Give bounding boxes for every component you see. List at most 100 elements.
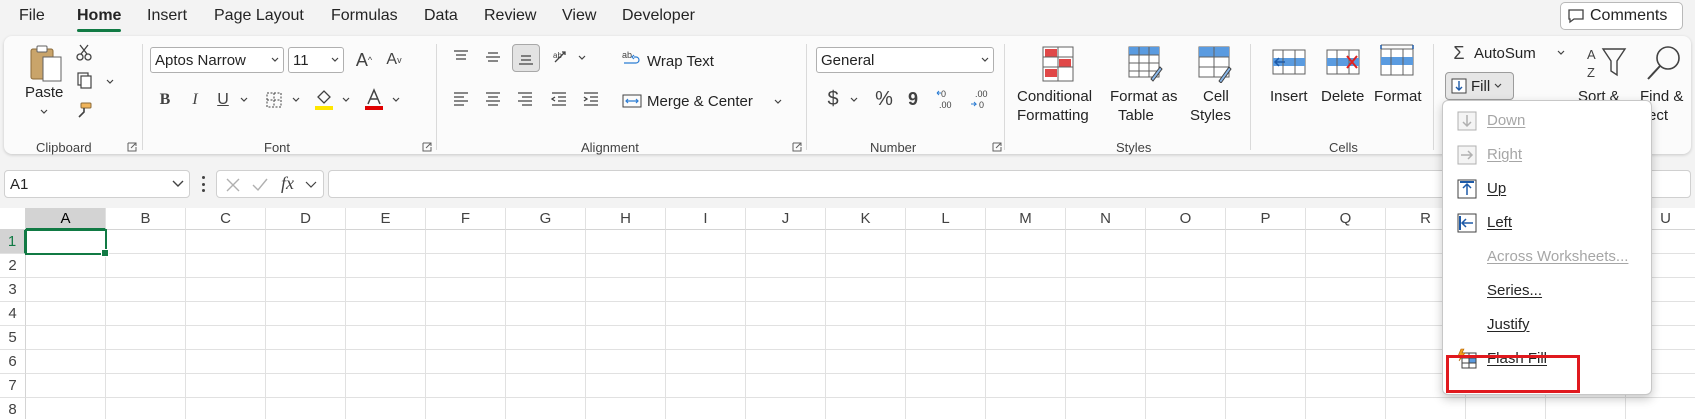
comma-style-button[interactable]: 9 xyxy=(904,86,922,112)
column-header-a[interactable]: A xyxy=(26,208,106,230)
row-header-3[interactable]: 3 xyxy=(0,278,26,302)
column-header-p[interactable]: P xyxy=(1226,208,1306,230)
font-color-icon[interactable] xyxy=(362,86,386,112)
fill-menu-item-left[interactable]: Left xyxy=(1443,205,1651,239)
orientation-icon[interactable]: ab xyxy=(550,46,574,68)
row-header-6[interactable]: 6 xyxy=(0,350,26,374)
decrease-decimal-icon[interactable]: .00 0 xyxy=(968,86,994,112)
conditional-formatting-icon[interactable] xyxy=(1040,44,1076,84)
chevron-down-icon[interactable] xyxy=(850,96,858,104)
tab-home[interactable]: Home xyxy=(77,7,122,32)
align-bottom-icon[interactable] xyxy=(512,44,540,72)
column-header-m[interactable]: M xyxy=(986,208,1066,230)
number-format-combo[interactable]: General xyxy=(816,47,994,73)
name-box[interactable]: A1 xyxy=(4,170,190,198)
column-header-b[interactable]: B xyxy=(106,208,186,230)
worksheet-grid[interactable]: ABCDEFGHIJKLMNOPQRSTU12345678 xyxy=(0,208,1695,419)
align-middle-icon[interactable] xyxy=(482,46,504,68)
decrease-font-size-icon[interactable]: Av xyxy=(382,48,406,72)
dialog-launcher-icon[interactable] xyxy=(992,142,1002,152)
paste-label[interactable]: Paste xyxy=(25,84,63,101)
format-as-table-icon[interactable] xyxy=(1126,44,1164,84)
chevron-down-icon[interactable] xyxy=(292,96,300,104)
active-cell-a1[interactable] xyxy=(25,229,109,257)
tab-data[interactable]: Data xyxy=(424,7,458,25)
decrease-indent-icon[interactable] xyxy=(548,88,570,110)
borders-icon[interactable] xyxy=(262,88,286,112)
tab-insert[interactable]: Insert xyxy=(147,7,187,25)
chevron-down-icon[interactable] xyxy=(774,98,782,106)
column-header-e[interactable]: E xyxy=(346,208,426,230)
column-header-l[interactable]: L xyxy=(906,208,986,230)
conditional-formatting-label-1[interactable]: Conditional xyxy=(1017,88,1092,105)
row-header-5[interactable]: 5 xyxy=(0,326,26,350)
column-header-j[interactable]: J xyxy=(746,208,826,230)
italic-button[interactable]: I xyxy=(184,88,206,112)
row-header-4[interactable]: 4 xyxy=(0,302,26,326)
increase-decimal-icon[interactable]: 0.00 xyxy=(934,86,960,112)
row-header-1[interactable]: 1 xyxy=(0,230,26,254)
increase-font-size-icon[interactable]: A ^ xyxy=(352,48,376,72)
paste-icon[interactable] xyxy=(26,42,66,86)
underline-button[interactable]: U xyxy=(212,88,234,112)
tab-page-layout[interactable]: Page Layout xyxy=(214,7,304,25)
column-header-n[interactable]: N xyxy=(1066,208,1146,230)
more-options-icon[interactable] xyxy=(201,176,205,192)
chevron-down-icon[interactable] xyxy=(40,108,48,116)
row-header-2[interactable]: 2 xyxy=(0,254,26,278)
insert-function-button[interactable]: fx xyxy=(281,173,294,194)
tab-review[interactable]: Review xyxy=(484,7,536,25)
align-center-icon[interactable] xyxy=(482,88,504,110)
cut-icon[interactable] xyxy=(74,42,94,62)
fill-menu-item-justify[interactable]: Justify xyxy=(1443,307,1651,341)
dialog-launcher-icon[interactable] xyxy=(127,142,137,152)
format-cells-icon[interactable] xyxy=(1378,42,1416,80)
column-header-q[interactable]: Q xyxy=(1306,208,1386,230)
chevron-down-icon[interactable] xyxy=(342,96,350,104)
font-size-combo[interactable]: 11 xyxy=(288,47,344,73)
row-header-8[interactable]: 8 xyxy=(0,398,26,419)
dialog-launcher-icon[interactable] xyxy=(792,142,802,152)
fill-color-icon[interactable] xyxy=(312,86,336,112)
chevron-down-icon[interactable] xyxy=(106,78,114,86)
wrap-text-label[interactable]: Wrap Text xyxy=(647,53,714,70)
column-header-h[interactable]: H xyxy=(586,208,666,230)
fill-menu-item-series[interactable]: Series... xyxy=(1443,273,1651,307)
select-all-corner[interactable] xyxy=(0,208,26,230)
fill-menu-item-up[interactable]: Up xyxy=(1443,171,1651,205)
cell-styles-label-1[interactable]: Cell xyxy=(1203,88,1229,105)
chevron-down-icon[interactable] xyxy=(392,96,400,104)
column-header-g[interactable]: G xyxy=(506,208,586,230)
wrap-text-icon[interactable]: ab xyxy=(621,48,643,70)
column-header-f[interactable]: F xyxy=(426,208,506,230)
cancel-icon[interactable] xyxy=(225,177,241,193)
align-left-icon[interactable] xyxy=(450,88,472,110)
fill-button[interactable]: Fill xyxy=(1445,72,1514,100)
column-header-k[interactable]: K xyxy=(826,208,906,230)
tab-formulas[interactable]: Formulas xyxy=(331,7,398,25)
merge-center-icon[interactable] xyxy=(621,90,643,112)
column-header-i[interactable]: I xyxy=(666,208,746,230)
align-right-icon[interactable] xyxy=(514,88,536,110)
comments-button[interactable]: Comments xyxy=(1560,2,1683,30)
align-top-icon[interactable] xyxy=(450,46,472,68)
chevron-down-icon[interactable] xyxy=(305,181,317,189)
chevron-down-icon[interactable] xyxy=(1557,49,1565,57)
insert-label[interactable]: Insert xyxy=(1270,88,1308,105)
format-as-table-label-1[interactable]: Format as xyxy=(1110,88,1178,105)
currency-button[interactable]: $ xyxy=(822,86,844,112)
cell-styles-label-2[interactable]: Styles xyxy=(1190,107,1231,124)
column-header-d[interactable]: D xyxy=(266,208,346,230)
format-as-table-label-2[interactable]: Table xyxy=(1118,107,1154,124)
sort-filter-icon[interactable]: AZ xyxy=(1584,44,1628,84)
tab-file[interactable]: File xyxy=(19,7,45,25)
merge-center-label[interactable]: Merge & Center xyxy=(647,93,753,110)
tab-developer[interactable]: Developer xyxy=(622,7,695,25)
autosum-label[interactable]: AutoSum xyxy=(1474,45,1536,62)
autosum-icon[interactable]: Σ xyxy=(1450,42,1468,64)
format-label[interactable]: Format xyxy=(1374,88,1422,105)
find-select-icon[interactable] xyxy=(1642,42,1686,84)
chevron-down-icon[interactable] xyxy=(578,54,586,62)
bold-button[interactable]: B xyxy=(154,88,176,112)
delete-cells-icon[interactable] xyxy=(1324,44,1362,80)
